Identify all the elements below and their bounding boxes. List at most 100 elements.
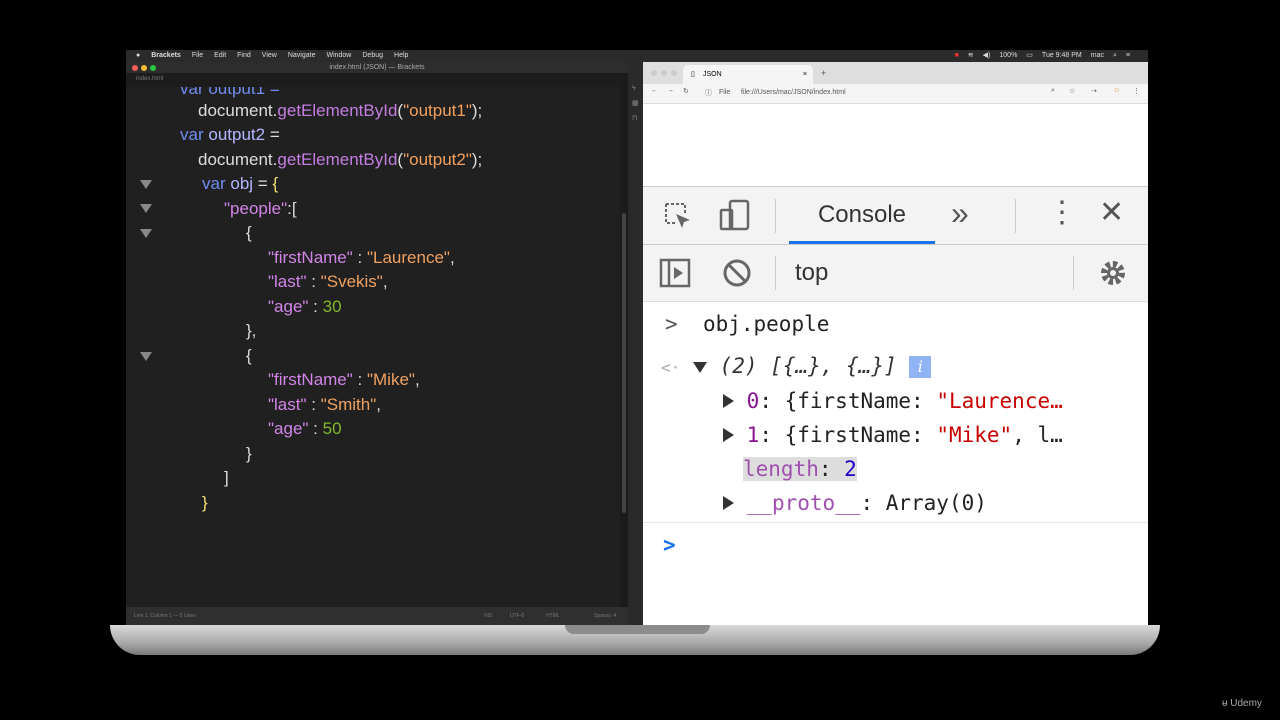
clear-console-icon[interactable] [722,258,752,288]
forward-icon[interactable]: → [667,87,674,94]
item-body: {firstName: [784,423,937,447]
maximize-window-button[interactable] [150,65,156,71]
chrome-close-window-button[interactable] [651,70,657,76]
editor-scrollbar[interactable] [620,73,628,607]
search-icon[interactable]: ⌕ [1051,87,1055,95]
brackets-editor-window: index.html (JSON) — Brackets index.html … [126,62,628,625]
site-info-icon[interactable]: ⓘ [705,88,712,98]
code-token: document [198,150,273,169]
code-line: "firstName" : "Mike", [268,368,420,392]
battery-icon[interactable]: ▭ [1026,50,1033,62]
menu-view[interactable]: View [262,50,277,62]
editor-file-tab[interactable]: index.html [136,76,163,82]
code-token: var output1 = [180,87,280,98]
code-token: "Svekis" [320,272,383,291]
console-input-line: > obj.people [665,310,829,338]
menu-edit[interactable]: Edit [214,50,226,62]
chrome-tab-json[interactable]: ▯ JSON × [683,65,813,84]
apple-icon[interactable]: ● [136,50,140,62]
console-result-line[interactable]: <· (2) [{…}, {…}] i [661,352,932,380]
menubar-right: ■ ≋ ◀) 100% ▭ Tue 9:48 PM mac ⌕ ≡ [955,50,1130,62]
back-icon[interactable]: ← [651,87,658,94]
insert-mode[interactable]: INS [484,607,492,625]
item-tail: , l… [1012,423,1063,447]
console-settings-gear-icon[interactable] [1097,257,1129,289]
inspect-element-icon[interactable] [663,201,693,231]
menu-file[interactable]: File [192,50,203,62]
bookmark-star-icon[interactable]: ☆ [1069,87,1075,95]
item-index: 0 [746,389,760,413]
info-badge-icon[interactable]: i [909,356,932,378]
chrome-minimize-window-button[interactable] [661,70,667,76]
proto-row[interactable]: __proto__: Array(0) [723,489,987,517]
expand-triangle-icon[interactable] [723,394,734,408]
code-token: "firstName" [268,248,353,267]
more-tabs-icon[interactable]: » [951,193,969,233]
toolbar-divider [775,199,776,233]
console-output[interactable]: > obj.people <· (2) [{…}, {…}] i 0: {fir… [643,302,1148,625]
live-preview-icon[interactable]: ϟ [632,85,639,92]
chrome-maximize-window-button[interactable] [671,70,677,76]
udemy-logo-icon: ᵾ [1222,698,1228,709]
menu-find[interactable]: Find [237,50,251,62]
fold-arrow-icon[interactable] [140,204,152,213]
chrome-menu-icon[interactable]: ⋮ [1133,87,1140,95]
volume-icon[interactable]: ◀) [983,50,991,62]
code-line: "age" : 50 [268,417,342,441]
indent-setting[interactable]: Spaces: 4 [594,607,616,625]
expand-triangle-icon[interactable] [723,428,734,442]
array-item-row[interactable]: 0: {firstName: "Laurence… [723,387,1063,415]
tab-title: JSON [703,71,722,78]
user-name[interactable]: mac [1091,50,1104,62]
reload-icon[interactable]: ↻ [683,87,689,95]
device-toolbar-icon[interactable] [718,198,752,232]
fold-arrow-icon[interactable] [140,352,152,361]
udemy-watermark: ᵾ Udemy [1222,698,1262,709]
array-item-row[interactable]: 1: {firstName: "Mike", l… [723,421,1063,449]
menu-navigate[interactable]: Navigate [288,50,316,62]
menu-debug[interactable]: Debug [362,50,383,62]
code-line: }, [246,319,256,343]
fold-arrow-icon[interactable] [140,229,152,238]
code-token: obj [230,174,254,193]
menu-help[interactable]: Help [394,50,408,62]
menu-window[interactable]: Window [326,50,351,62]
tab-close-icon[interactable]: × [803,65,807,84]
wifi-icon[interactable]: ≋ [968,50,974,62]
profile-avatar-icon[interactable]: ☺ [1113,87,1120,94]
expand-triangle-icon[interactable] [723,496,734,510]
encoding-select[interactable]: UTF-8 [510,607,524,625]
minimize-window-button[interactable] [141,65,147,71]
code-token: "output1" [403,101,472,120]
collapse-triangle-icon[interactable] [692,361,707,373]
lock-icon[interactable]: ⊓ [632,115,639,122]
extension-icon[interactable]: ⇢ [1091,87,1097,95]
length-row: length: 2 [743,455,857,483]
tab-console[interactable]: Console [789,187,935,244]
menu-app-brackets[interactable]: Brackets [151,50,181,62]
code-area[interactable]: var output1 = document.getElementById("o… [126,87,620,607]
code-line: { [246,344,252,368]
close-window-button[interactable] [132,65,138,71]
console-prompt[interactable]: > [663,531,676,559]
show-sidebar-icon[interactable] [659,258,691,288]
battery-percent[interactable]: 100% [999,50,1017,62]
code-token: , [414,370,420,389]
close-devtools-icon[interactable]: ✕ [1099,193,1124,233]
new-tab-button[interactable]: + [821,68,826,78]
code-token: "firstName" [268,370,353,389]
code-token: :[ [287,199,297,218]
clock[interactable]: Tue 9:48 PM [1042,50,1082,62]
notification-icon[interactable]: ≡ [1126,50,1130,62]
language-select[interactable]: HTML [546,607,560,625]
devtools-menu-icon[interactable]: ⋮ [1047,193,1077,233]
record-icon[interactable]: ■ [955,50,959,62]
editor-scrollbar-thumb[interactable] [622,213,626,513]
context-selector[interactable]: top [795,245,828,301]
extension-manager-icon[interactable]: ▦ [632,100,639,107]
address-bar[interactable]: file:///Users/mac/JSON/index.html [741,89,846,96]
item-body: {firstName: [784,389,937,413]
fold-arrow-icon[interactable] [140,180,152,189]
active-tab-indicator [789,241,935,244]
spotlight-icon[interactable]: ⌕ [1113,50,1117,62]
